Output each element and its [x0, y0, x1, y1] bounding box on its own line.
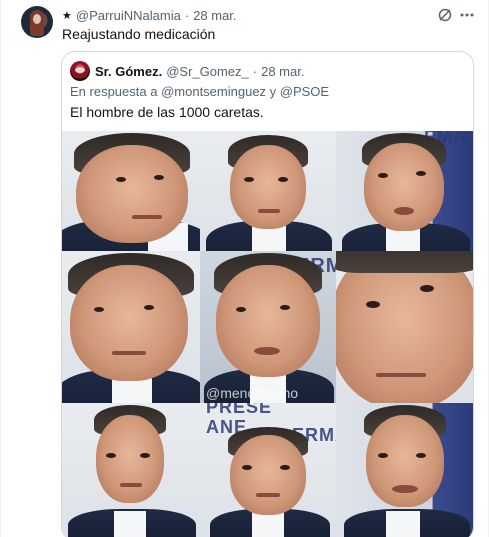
separator-dot: ·: [184, 7, 190, 23]
background-text: PRESE: [206, 403, 273, 417]
image-cell: [62, 131, 200, 251]
more-dots-icon[interactable]: [458, 6, 476, 24]
image-cell: [336, 251, 473, 403]
tweet-text: Reajustando medicación: [62, 26, 216, 42]
image-cell: [62, 403, 200, 537]
separator-dot: ·: [252, 63, 258, 79]
image-cell: [200, 131, 336, 251]
grok-icon[interactable]: [436, 6, 454, 24]
quoted-text: El hombre de las 1000 caretas.: [70, 104, 264, 120]
reply-prefix: En respuesta a: [70, 84, 158, 99]
author-avatar[interactable]: [21, 6, 53, 38]
quoted-handle[interactable]: @Sr_Gomez_: [166, 64, 249, 79]
image-cell: [336, 403, 473, 537]
image-cell: [62, 251, 200, 403]
reply-mentions[interactable]: @montseminguez y @PSOE: [161, 84, 329, 99]
tweet-header: ★ @ParruiNNalamia · 28 mar.: [62, 6, 237, 24]
image-cell: ERMA: [200, 251, 336, 403]
quoted-author-avatar[interactable]: [70, 61, 90, 81]
star-icon: ★: [62, 9, 72, 22]
quoted-date[interactable]: 28 mar.: [261, 64, 304, 79]
tweet-date[interactable]: 28 mar.: [193, 8, 236, 23]
image-watermark: @mencabrono: [206, 385, 299, 401]
reply-context: En respuesta a @montseminguez y @PSOE: [70, 84, 329, 99]
author-handle[interactable]: @ParruiNNalamia: [76, 8, 181, 23]
image-cell: PRESE ANE ERMA: [200, 403, 336, 537]
image-cell: EMA: [336, 131, 473, 251]
tweet[interactable]: ★ @ParruiNNalamia · 28 mar. Reajustando …: [0, 0, 489, 537]
quoted-tweet[interactable]: Sr. Gómez. @Sr_Gomez_ · 28 mar. En respu…: [61, 51, 474, 537]
meme-image-grid[interactable]: EMA ERMA: [62, 131, 473, 537]
quoted-display-name[interactable]: Sr. Gómez.: [95, 64, 162, 79]
quoted-tweet-header: Sr. Gómez. @Sr_Gomez_ · 28 mar.: [70, 61, 304, 81]
